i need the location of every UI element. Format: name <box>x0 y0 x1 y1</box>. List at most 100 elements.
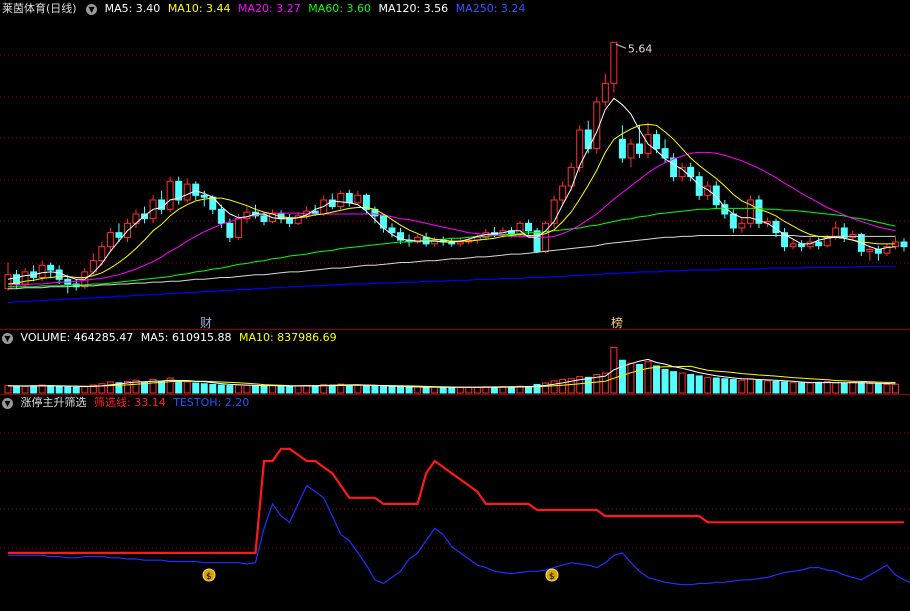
volume-bar <box>209 383 217 394</box>
volume-bar <box>55 385 63 394</box>
volume-bar <box>200 383 208 394</box>
volume-bar <box>226 385 234 394</box>
volume-bar <box>746 378 754 394</box>
candle-body <box>789 243 797 248</box>
volume-bar <box>81 386 89 394</box>
volume-bar <box>627 362 635 394</box>
volume-bar <box>422 386 430 394</box>
candle-body <box>47 264 55 271</box>
volume-bar <box>507 386 515 394</box>
volume-bar <box>525 386 533 394</box>
volume-bar <box>584 376 592 394</box>
candle-body <box>226 222 234 238</box>
candle-body <box>388 227 396 234</box>
volume-bar <box>311 385 319 394</box>
volume-bar <box>840 382 848 394</box>
volume-bar <box>362 385 370 394</box>
volume-bar <box>712 377 720 394</box>
volume-bar <box>772 380 780 394</box>
volume-bar <box>857 382 865 394</box>
volume-bar <box>789 382 797 394</box>
volume-bar <box>286 385 294 394</box>
volume-bar <box>678 372 686 394</box>
candle-body <box>55 269 63 280</box>
candle-body <box>456 241 464 245</box>
volume-bar <box>30 385 38 394</box>
candle-body <box>98 246 106 262</box>
volume-bar <box>4 385 12 394</box>
volume-bar <box>815 381 823 394</box>
volume-bar <box>550 380 558 394</box>
volume-bar <box>21 386 29 394</box>
volume-bar <box>158 381 166 394</box>
volume-bar <box>183 381 191 394</box>
volume-bar <box>397 386 405 394</box>
volume-bar <box>891 383 899 394</box>
volume-bar <box>729 378 737 394</box>
volume-bar <box>644 361 652 394</box>
volume-bar <box>456 386 464 394</box>
filter-line <box>8 447 904 555</box>
candle-body <box>627 143 635 159</box>
volume-bar <box>405 386 413 394</box>
volume-bar <box>473 386 481 394</box>
candle-body <box>670 157 678 178</box>
volume-bar <box>371 385 379 394</box>
volume-bar <box>269 385 277 394</box>
volume-bar <box>763 380 771 394</box>
volume-bar <box>345 384 353 394</box>
candle-body <box>729 213 737 229</box>
volume-bar <box>294 385 302 394</box>
volume-bar <box>234 384 242 394</box>
ma5-line <box>7 97 896 280</box>
volume-bar <box>490 386 498 394</box>
candle-body <box>183 183 191 201</box>
candle-body <box>533 230 541 252</box>
candle-body <box>106 232 114 248</box>
volume-bar <box>175 380 183 394</box>
volume-bar <box>243 384 251 394</box>
volume-bar <box>192 382 200 394</box>
candle-body <box>559 185 567 201</box>
money-bag-icon-glyph: $ <box>549 572 555 582</box>
volume-bar <box>832 382 840 394</box>
candle-body <box>200 194 208 198</box>
volume-bar <box>64 386 72 394</box>
volume-bar <box>13 385 21 394</box>
volume-bar <box>806 382 814 394</box>
candle-body <box>815 241 823 247</box>
volume-bar <box>781 381 789 394</box>
stock-chart[interactable]: 5.64 $ $ <box>0 0 910 611</box>
money-bag-icon-glyph: $ <box>206 572 212 582</box>
volume-bar <box>414 386 422 394</box>
volume-bar <box>866 383 874 394</box>
volume-bar <box>542 382 550 394</box>
volume-bar <box>721 378 729 394</box>
volume-bar <box>72 386 80 394</box>
volume-bar <box>798 382 806 394</box>
volume-bar <box>849 381 857 394</box>
volume-bar <box>47 385 55 394</box>
volume-bar <box>354 384 362 394</box>
candle-body <box>584 129 592 150</box>
volume-bar <box>431 386 439 394</box>
volume-bar <box>695 375 703 394</box>
volume-bar <box>388 386 396 394</box>
candle-body <box>601 82 609 103</box>
volume-bar <box>328 384 336 394</box>
volume-bar <box>465 386 473 394</box>
candle-body <box>260 215 268 222</box>
volume-bar <box>738 379 746 394</box>
volume-bar <box>217 384 225 394</box>
candle-body <box>525 222 533 232</box>
event-marker-bang[interactable]: 榜 <box>611 314 623 331</box>
volume-bar <box>874 383 882 394</box>
event-marker-cai[interactable]: 财 <box>200 314 212 331</box>
volume-bar <box>106 381 114 394</box>
candle-body <box>166 180 174 210</box>
candle-body <box>115 232 123 238</box>
volume-bar <box>635 364 643 394</box>
candle-body <box>354 194 362 204</box>
ma250-line <box>7 265 896 304</box>
volume-bar <box>439 386 447 394</box>
